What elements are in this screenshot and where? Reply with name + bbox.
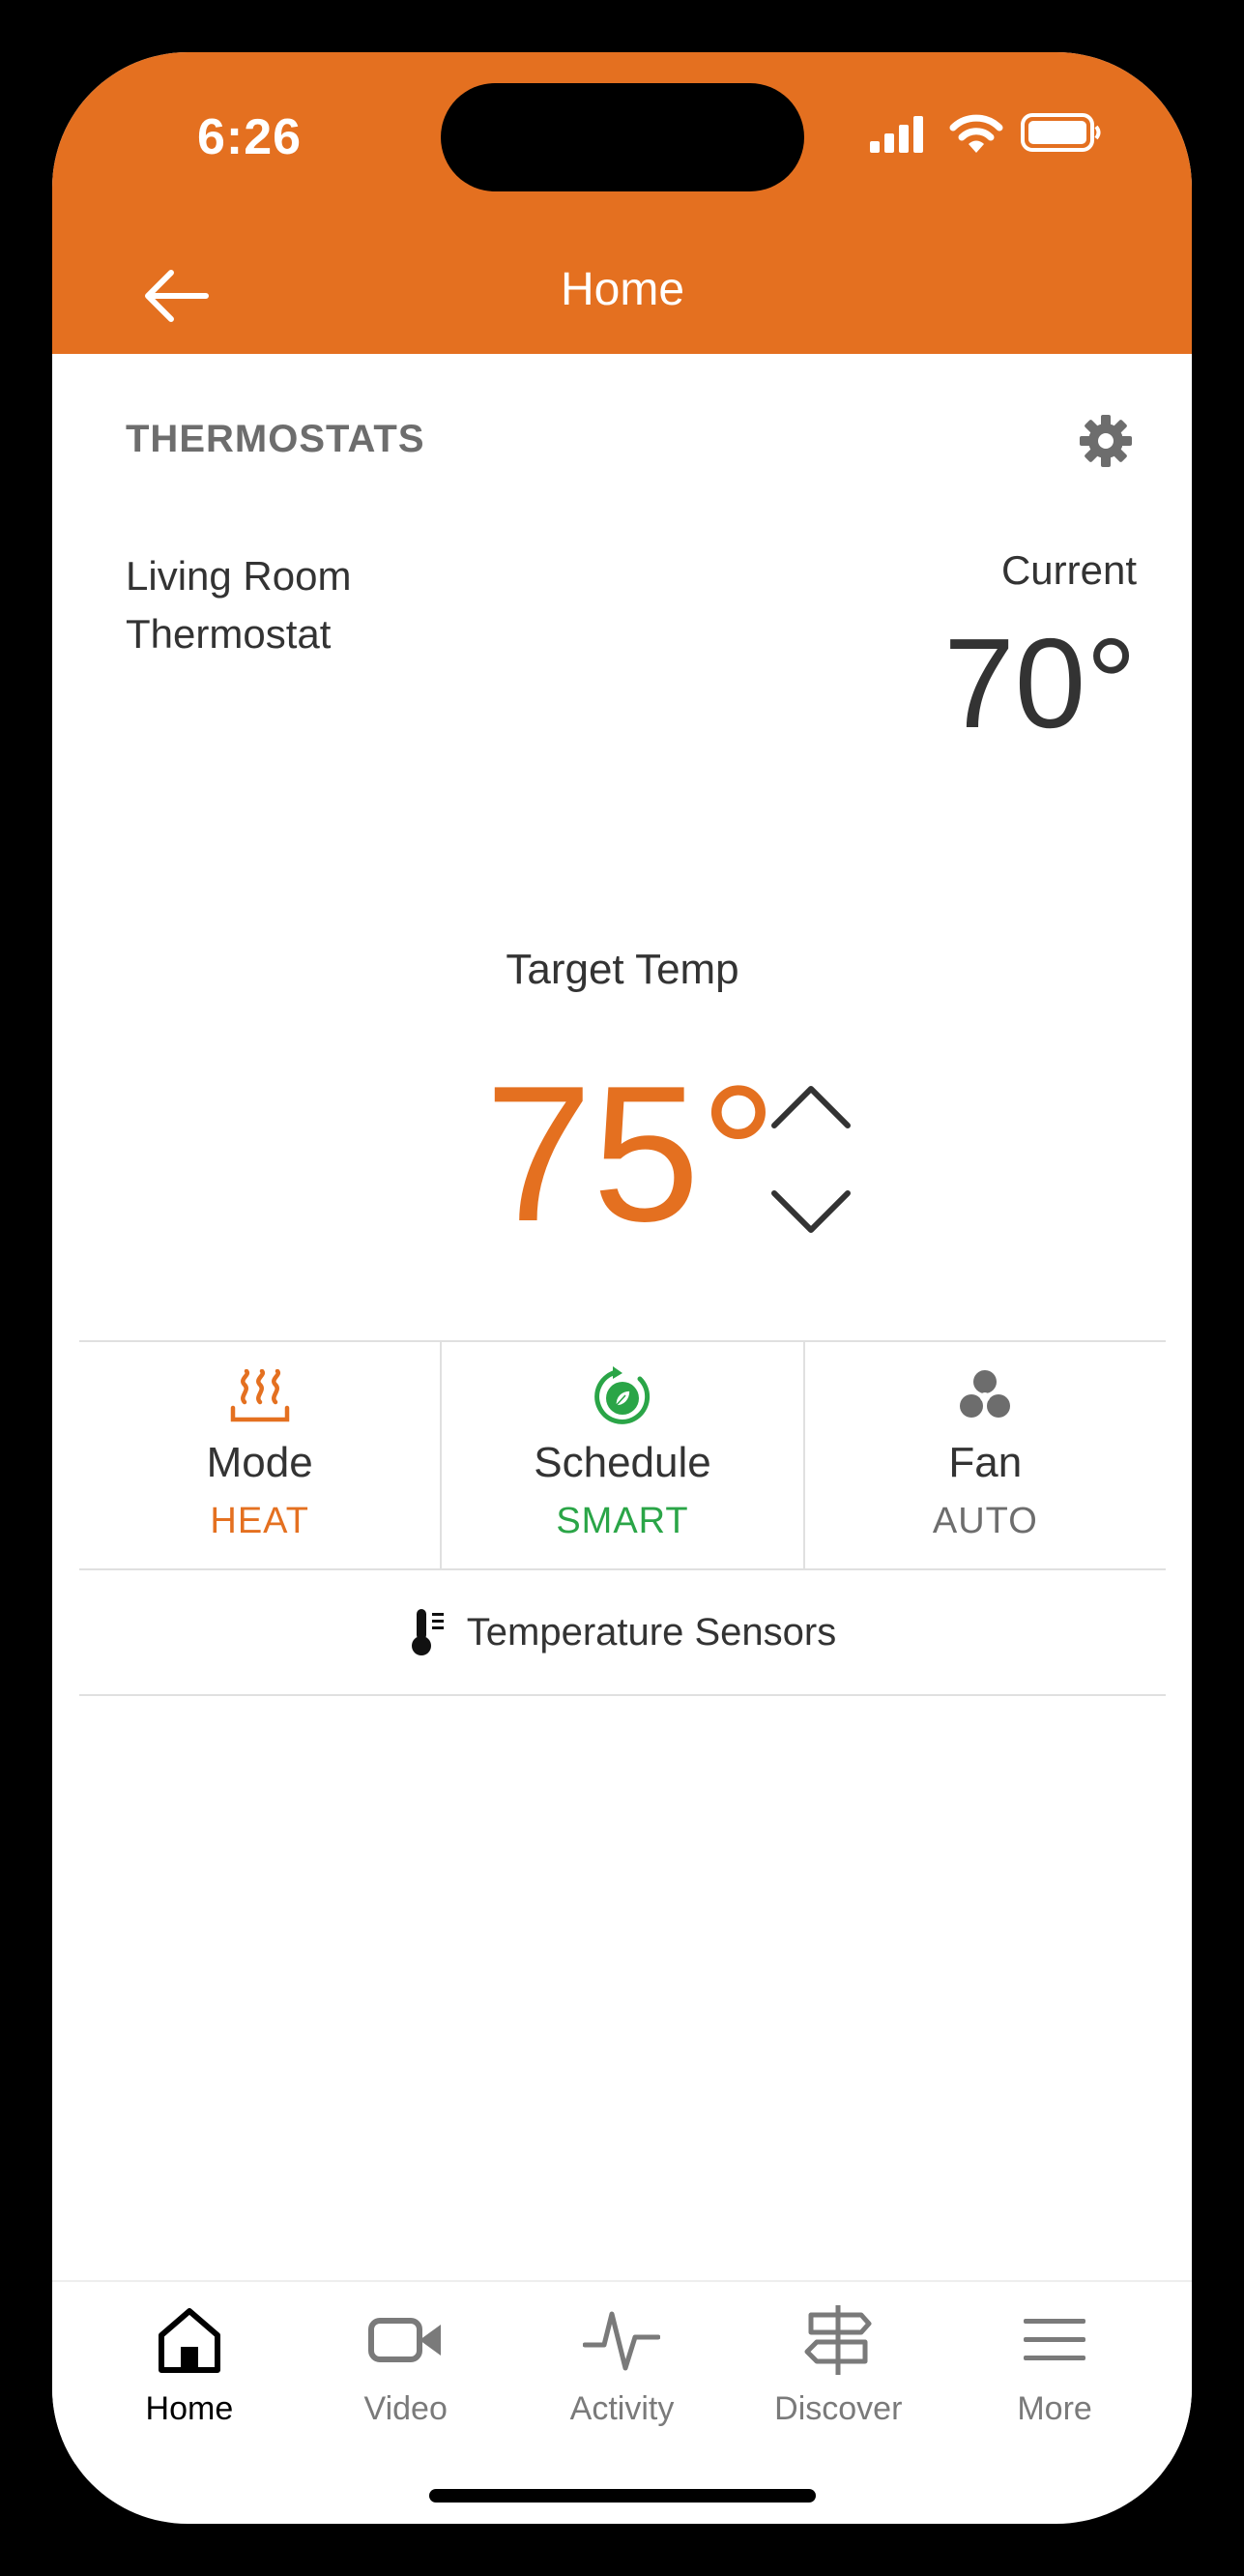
tab-video[interactable]: Video — [298, 2282, 514, 2464]
thermostat-name: Living Room Thermostat — [126, 553, 352, 657]
video-icon — [367, 2303, 445, 2377]
tab-activity[interactable]: Activity — [514, 2282, 731, 2464]
dynamic-island — [441, 83, 804, 191]
fan-value: AUTO — [932, 1501, 1038, 1541]
mode-value: HEAT — [210, 1501, 309, 1541]
signpost-icon — [799, 2303, 877, 2377]
app-header: 6:26 Home — [52, 52, 1192, 354]
mode-control[interactable]: Mode HEAT — [79, 1342, 443, 1568]
schedule-value: SMART — [556, 1501, 689, 1541]
current-temp-value: 70° — [943, 612, 1137, 754]
thermostat-controls: Mode HEAT Schedule SMART Fan AUTO — [79, 1340, 1166, 1570]
back-button[interactable] — [128, 248, 224, 344]
gear-icon — [1080, 415, 1132, 467]
schedule-label: Schedule — [534, 1439, 711, 1486]
target-temp-label: Target Temp — [506, 946, 739, 993]
status-icons — [870, 112, 1102, 161]
chevron-up-icon — [771, 1086, 851, 1128]
bottom-tab-bar: Home Video Activity Discover More — [52, 2280, 1192, 2464]
heat-icon — [229, 1365, 291, 1427]
tab-more-label: More — [1017, 2390, 1092, 2427]
section-title: THERMOSTATS — [126, 418, 425, 460]
tab-home-label: Home — [145, 2390, 234, 2427]
tab-home[interactable]: Home — [81, 2282, 298, 2464]
wifi-icon — [949, 114, 1003, 153]
app-screen: 6:26 Home THERMOSTATS Living Room Thermo… — [52, 52, 1192, 2524]
arrow-left-icon — [145, 270, 209, 322]
settings-button[interactable] — [1075, 410, 1137, 472]
tab-video-label: Video — [363, 2390, 448, 2427]
fan-control[interactable]: Fan AUTO — [805, 1342, 1166, 1568]
schedule-control[interactable]: Schedule SMART — [442, 1342, 805, 1568]
status-time: 6:26 — [197, 109, 303, 165]
temperature-sensors-label: Temperature Sensors — [466, 1610, 837, 1654]
home-indicator — [429, 2489, 816, 2503]
current-temp-label: Current — [1000, 547, 1137, 593]
mode-label: Mode — [206, 1439, 313, 1486]
tab-activity-label: Activity — [569, 2390, 675, 2427]
tab-more[interactable]: More — [946, 2282, 1163, 2464]
page-title: Home — [560, 264, 685, 315]
activity-icon — [583, 2303, 661, 2377]
cellular-signal-icon — [870, 116, 923, 153]
home-icon — [151, 2303, 228, 2377]
tab-discover-label: Discover — [774, 2390, 903, 2427]
chevron-down-icon — [771, 1190, 851, 1233]
target-temp-value: 75° — [484, 1046, 777, 1262]
thermometer-icon — [409, 1607, 448, 1657]
temp-down-button[interactable] — [748, 1174, 874, 1251]
tab-discover[interactable]: Discover — [730, 2282, 946, 2464]
temperature-sensors-button[interactable]: Temperature Sensors — [79, 1570, 1166, 1696]
fan-icon — [954, 1365, 1016, 1427]
phone-frame: 6:26 Home THERMOSTATS Living Room Thermo… — [0, 0, 1244, 2576]
smart-schedule-icon — [592, 1365, 653, 1427]
battery-icon — [1021, 113, 1101, 152]
menu-icon — [1016, 2303, 1093, 2377]
temp-up-button[interactable] — [748, 1068, 874, 1145]
fan-label: Fan — [948, 1439, 1023, 1486]
